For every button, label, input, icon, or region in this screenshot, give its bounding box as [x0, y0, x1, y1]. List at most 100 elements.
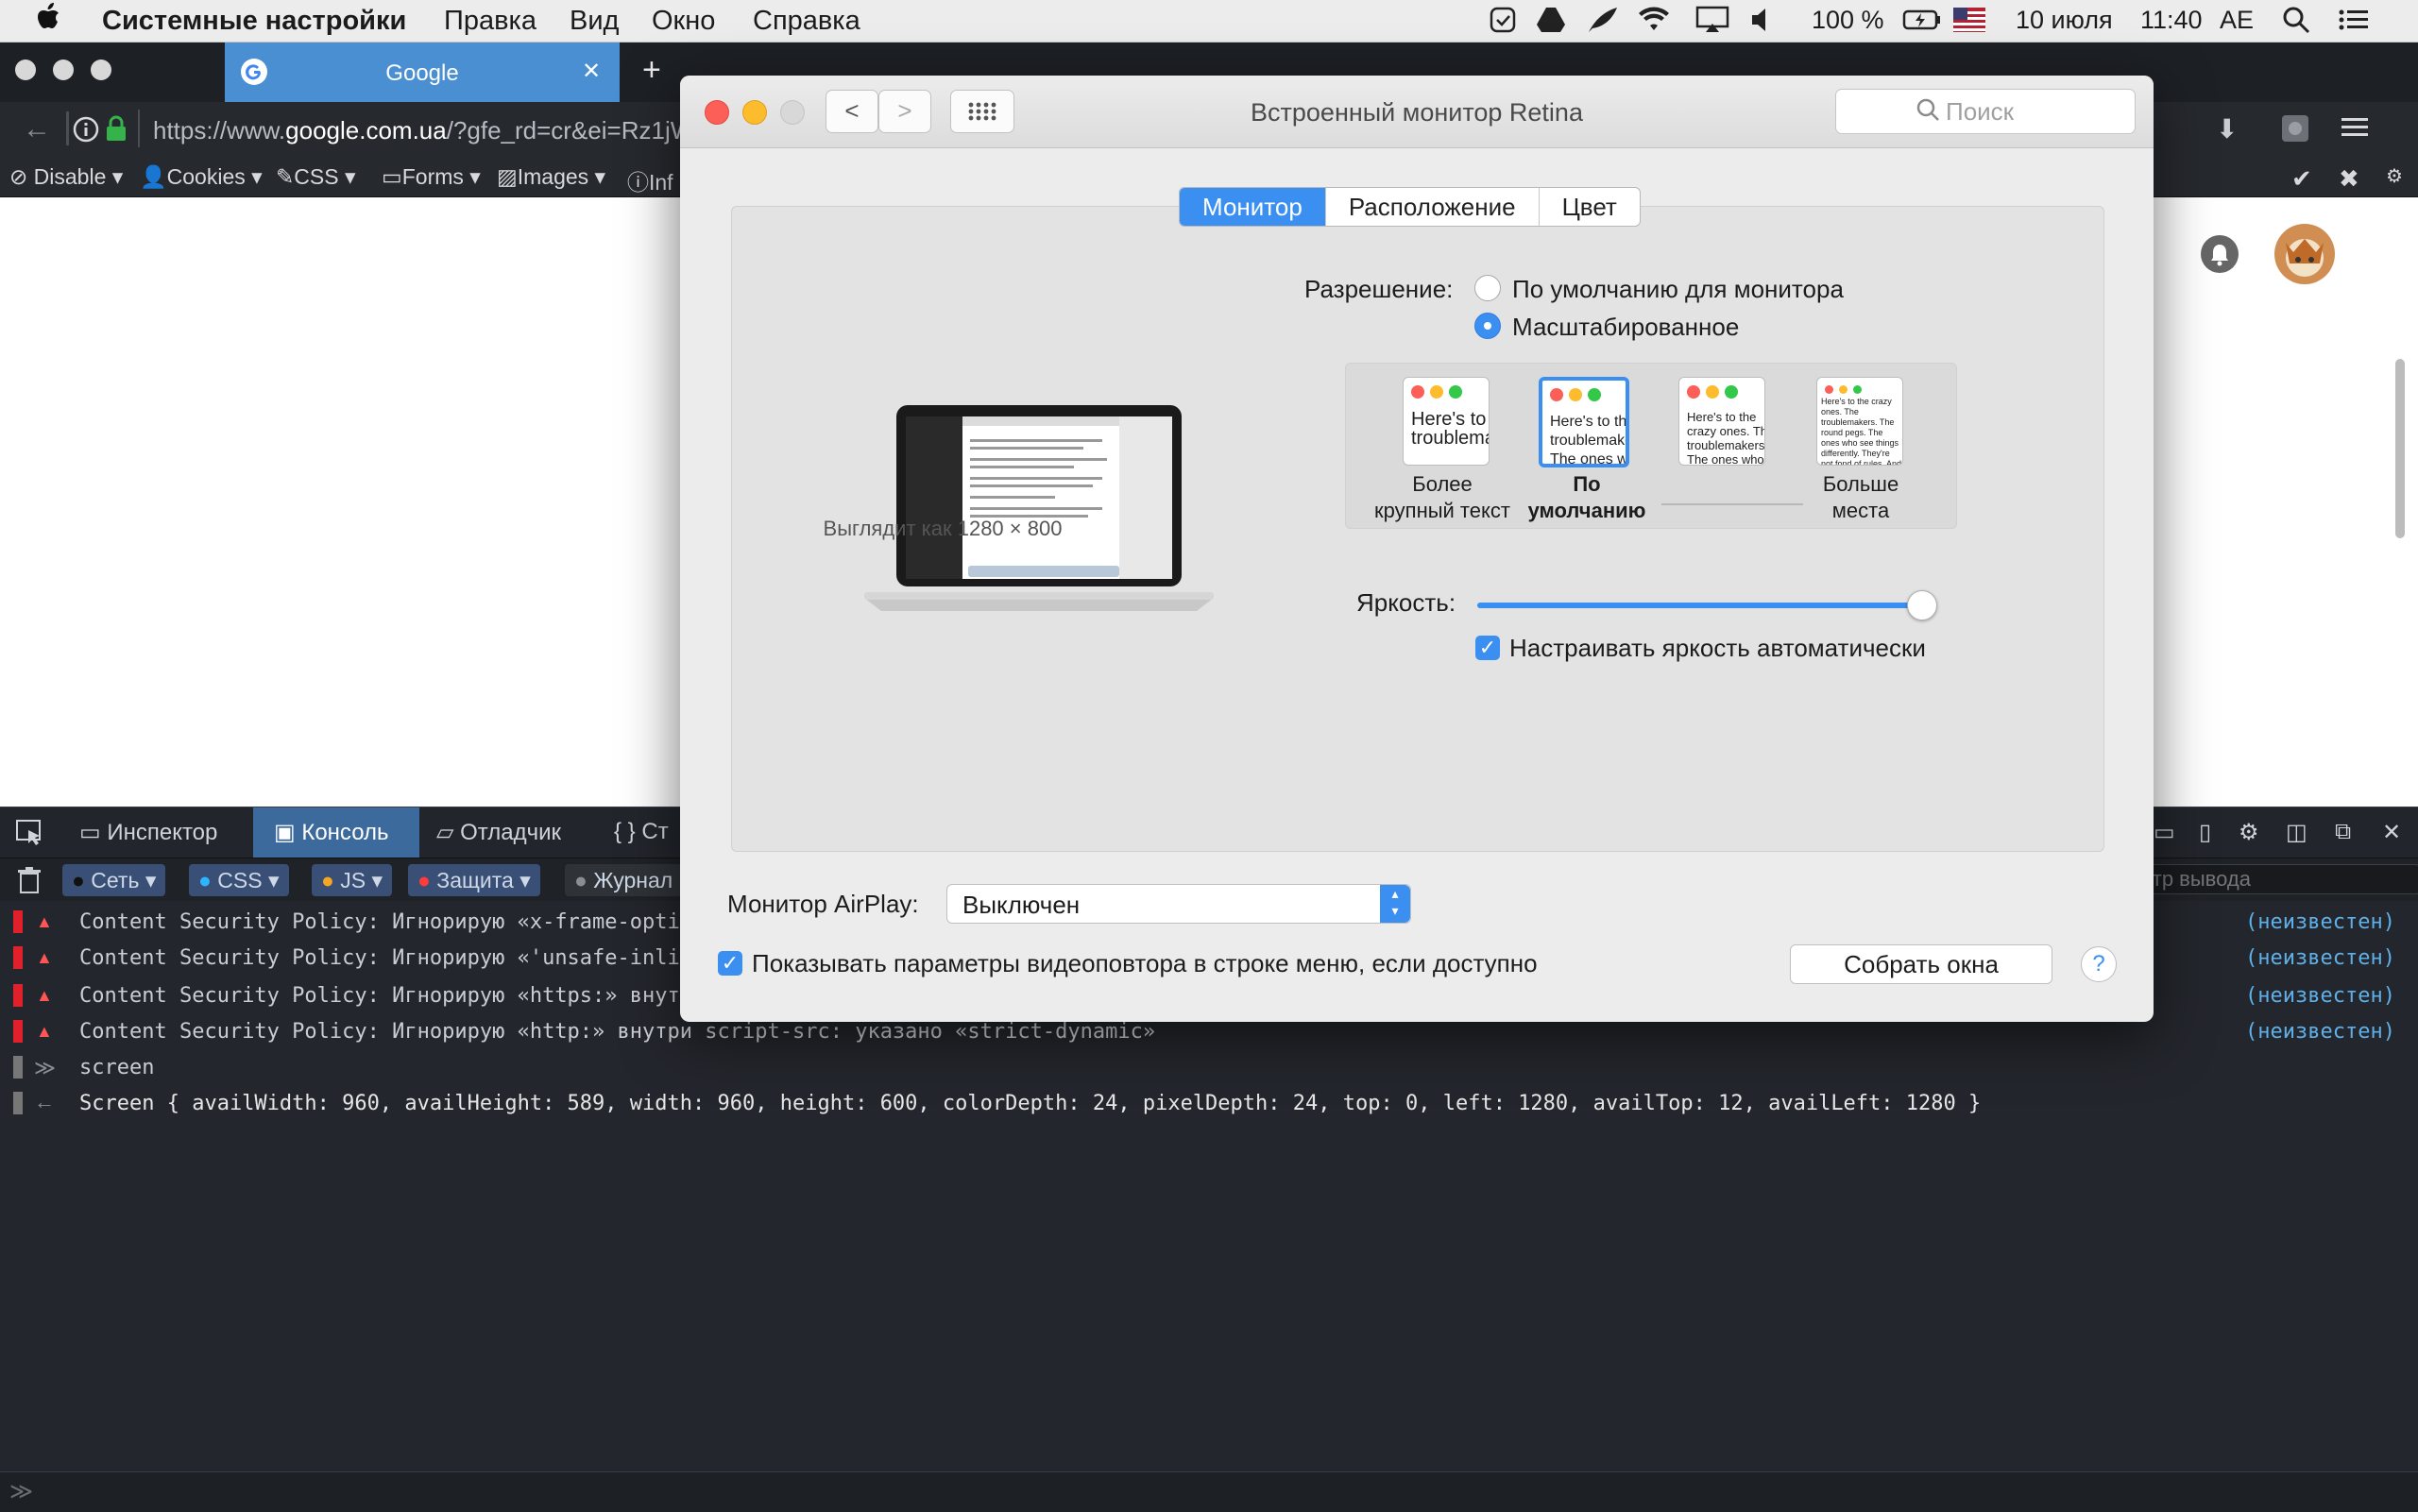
tab-color[interactable]: Цвет — [1540, 188, 1640, 226]
tab-style-editor[interactable]: { } Ст — [614, 819, 669, 845]
spotlight-icon[interactable] — [2280, 4, 2312, 43]
apple-icon[interactable] — [36, 2, 60, 40]
mirroring-label[interactable]: Показывать параметры видеоповтора в стро… — [752, 949, 1538, 978]
warning-icon: ▲ — [36, 912, 53, 931]
url-field[interactable]: https://www.google.com.ua/?gfe_rd=cr&ei=… — [153, 116, 693, 145]
source-link[interactable]: (неизвестен) — [2245, 910, 2395, 934]
dock-side-icon[interactable]: ◫ — [2286, 819, 2307, 846]
device-icon[interactable]: ▯ — [2199, 819, 2211, 846]
console-input-bar[interactable]: ≫ — [0, 1471, 2418, 1512]
auto-brightness-checkbox[interactable]: ✓ — [1475, 636, 1500, 660]
trash-icon[interactable] — [17, 866, 42, 899]
lock-icon[interactable] — [104, 113, 128, 148]
feather-icon[interactable] — [1585, 4, 1619, 43]
tab-monitor[interactable]: Монитор — [1180, 188, 1326, 226]
airplay-label: Монитор AirPlay: — [727, 890, 919, 918]
hamburger-menu-icon[interactable] — [2339, 111, 2371, 148]
user-avatar[interactable] — [2274, 224, 2335, 284]
element-picker-icon[interactable] — [15, 819, 45, 852]
resolution-scaled-label[interactable]: Масштабированное — [1512, 313, 1739, 342]
resolution-scaled-radio[interactable] — [1474, 313, 1501, 339]
scale-option-larger-text[interactable]: Here's to the troublemakers. — [1403, 377, 1490, 466]
filter-logging[interactable]: ● Журнал — [565, 864, 683, 896]
battery-icon[interactable] — [1902, 4, 1942, 43]
source-link[interactable]: (неизвестен) — [2245, 946, 2395, 970]
brightness-slider[interactable] — [1477, 603, 1931, 608]
us-flag-icon[interactable] — [1953, 8, 1985, 40]
source-link[interactable]: (неизвестен) — [2245, 1020, 2395, 1044]
menubar-clock[interactable]: 11:40 — [2140, 6, 2203, 35]
resolution-default-radio[interactable] — [1474, 275, 1501, 301]
volume-icon[interactable] — [1749, 4, 1772, 43]
notification-center-icon[interactable] — [2337, 4, 2371, 43]
forms-menu[interactable]: ▭Forms ▾ — [382, 164, 481, 190]
tab-close-icon[interactable]: ✕ — [582, 58, 601, 85]
back-arrow-icon[interactable]: ← — [23, 113, 51, 145]
task-check-icon[interactable] — [1489, 4, 1517, 43]
window-close-button[interactable] — [15, 59, 36, 80]
download-arrow-icon[interactable]: ⬇ — [2216, 113, 2238, 144]
extension-icon[interactable] — [2278, 111, 2312, 150]
undock-icon[interactable]: ⧉ — [2335, 819, 2351, 845]
scale-option-medium[interactable]: Here's to the crazy ones. The troublemak… — [1678, 377, 1765, 466]
menu-view[interactable]: Вид — [570, 6, 619, 37]
input-source[interactable]: AE — [2220, 6, 2254, 35]
checkmark-icon[interactable]: ✔ — [2291, 164, 2312, 194]
window-minimize-button[interactable] — [53, 59, 74, 80]
close-x-icon[interactable]: ✖ — [2339, 164, 2359, 194]
responsive-icon[interactable]: ▭ — [2154, 819, 2175, 846]
scale-label-more-line1: Больше — [1822, 472, 1899, 496]
browser-tab-google[interactable]: Google ✕ — [225, 42, 620, 102]
scale-option-default[interactable]: Here's to the troublemakers. The ones wh… — [1539, 377, 1629, 467]
gather-windows-button[interactable]: Собрать окна — [1790, 944, 2052, 984]
tab-console[interactable]: ▣ Консоль — [253, 807, 419, 858]
filter-network[interactable]: ● Сеть ▾ — [62, 864, 166, 896]
scale-option-more-space[interactable]: Here's to the crazy ones. The troublemak… — [1816, 377, 1903, 466]
window-zoom-button[interactable] — [91, 59, 111, 80]
css-menu[interactable]: ✎CSS ▾ — [276, 164, 356, 190]
filter-css[interactable]: ● CSS ▾ — [189, 864, 289, 896]
console-result[interactable]: Screen { availWidth: 960, availHeight: 5… — [79, 1092, 1981, 1115]
information-menu[interactable]: ⓘInf — [627, 164, 673, 196]
resolution-default-label[interactable]: По умолчанию для монитора — [1512, 275, 1844, 304]
prompt-chevron-icon: ≫ — [9, 1479, 34, 1504]
tab-arrangement[interactable]: Расположение — [1326, 188, 1540, 226]
page-scrollbar[interactable] — [2395, 359, 2405, 538]
console-input-echo: screen — [79, 1056, 155, 1079]
site-info-icon[interactable] — [72, 115, 100, 148]
airplay-icon[interactable] — [1694, 4, 1730, 43]
notifications-bell-icon[interactable] — [2201, 235, 2239, 273]
mirroring-checkbox[interactable]: ✓ — [718, 951, 742, 976]
disable-menu[interactable]: ⊘ Disable ▾ — [9, 164, 123, 190]
help-button[interactable]: ? — [2081, 946, 2117, 982]
tab-inspector[interactable]: ▭ Инспектор — [79, 819, 217, 846]
settings-gear-icon[interactable]: ⚙ — [2239, 819, 2259, 846]
tab-inspector-label: Инспектор — [107, 820, 218, 845]
menu-window[interactable]: Окно — [652, 6, 715, 37]
css-label: CSS — [294, 164, 339, 189]
images-menu[interactable]: ▨Images ▾ — [497, 164, 605, 190]
console-filter-input[interactable] — [2135, 864, 2418, 894]
toolbar-options-icon[interactable]: ⚙ — [2386, 164, 2403, 188]
menu-help[interactable]: Справка — [753, 6, 860, 37]
filter-js[interactable]: ● JS ▾ — [312, 864, 393, 896]
auto-brightness-label[interactable]: Настраивать яркость автоматически — [1509, 634, 1926, 663]
new-tab-icon[interactable]: + — [642, 52, 661, 89]
tab-debugger[interactable]: ▱ Отладчик — [436, 819, 561, 846]
menubar-date[interactable]: 10 июля — [2016, 6, 2113, 35]
search-field[interactable]: Поиск — [1835, 89, 2136, 134]
airplay-popup[interactable]: Выключен ▴ ▾ — [946, 884, 1411, 924]
console-message: Content Security Policy: Игнорирую «http… — [79, 984, 693, 1008]
source-link[interactable]: (неизвестен) — [2245, 984, 2395, 1008]
menu-edit[interactable]: Правка — [444, 6, 536, 37]
search-placeholder: Поиск — [1946, 97, 2015, 126]
console-message: Content Security Policy: Игнорирую «'uns… — [79, 946, 680, 970]
cookies-menu[interactable]: 👤Cookies ▾ — [140, 164, 263, 190]
app-menu[interactable]: Системные настройки — [102, 6, 406, 37]
info-label: Inf — [649, 170, 673, 195]
error-marker — [13, 910, 23, 933]
wifi-icon[interactable] — [1636, 4, 1672, 43]
drive-icon[interactable] — [1536, 4, 1566, 43]
filter-security[interactable]: ● Защита ▾ — [408, 864, 540, 896]
devtools-close-icon[interactable]: ✕ — [2382, 819, 2401, 846]
